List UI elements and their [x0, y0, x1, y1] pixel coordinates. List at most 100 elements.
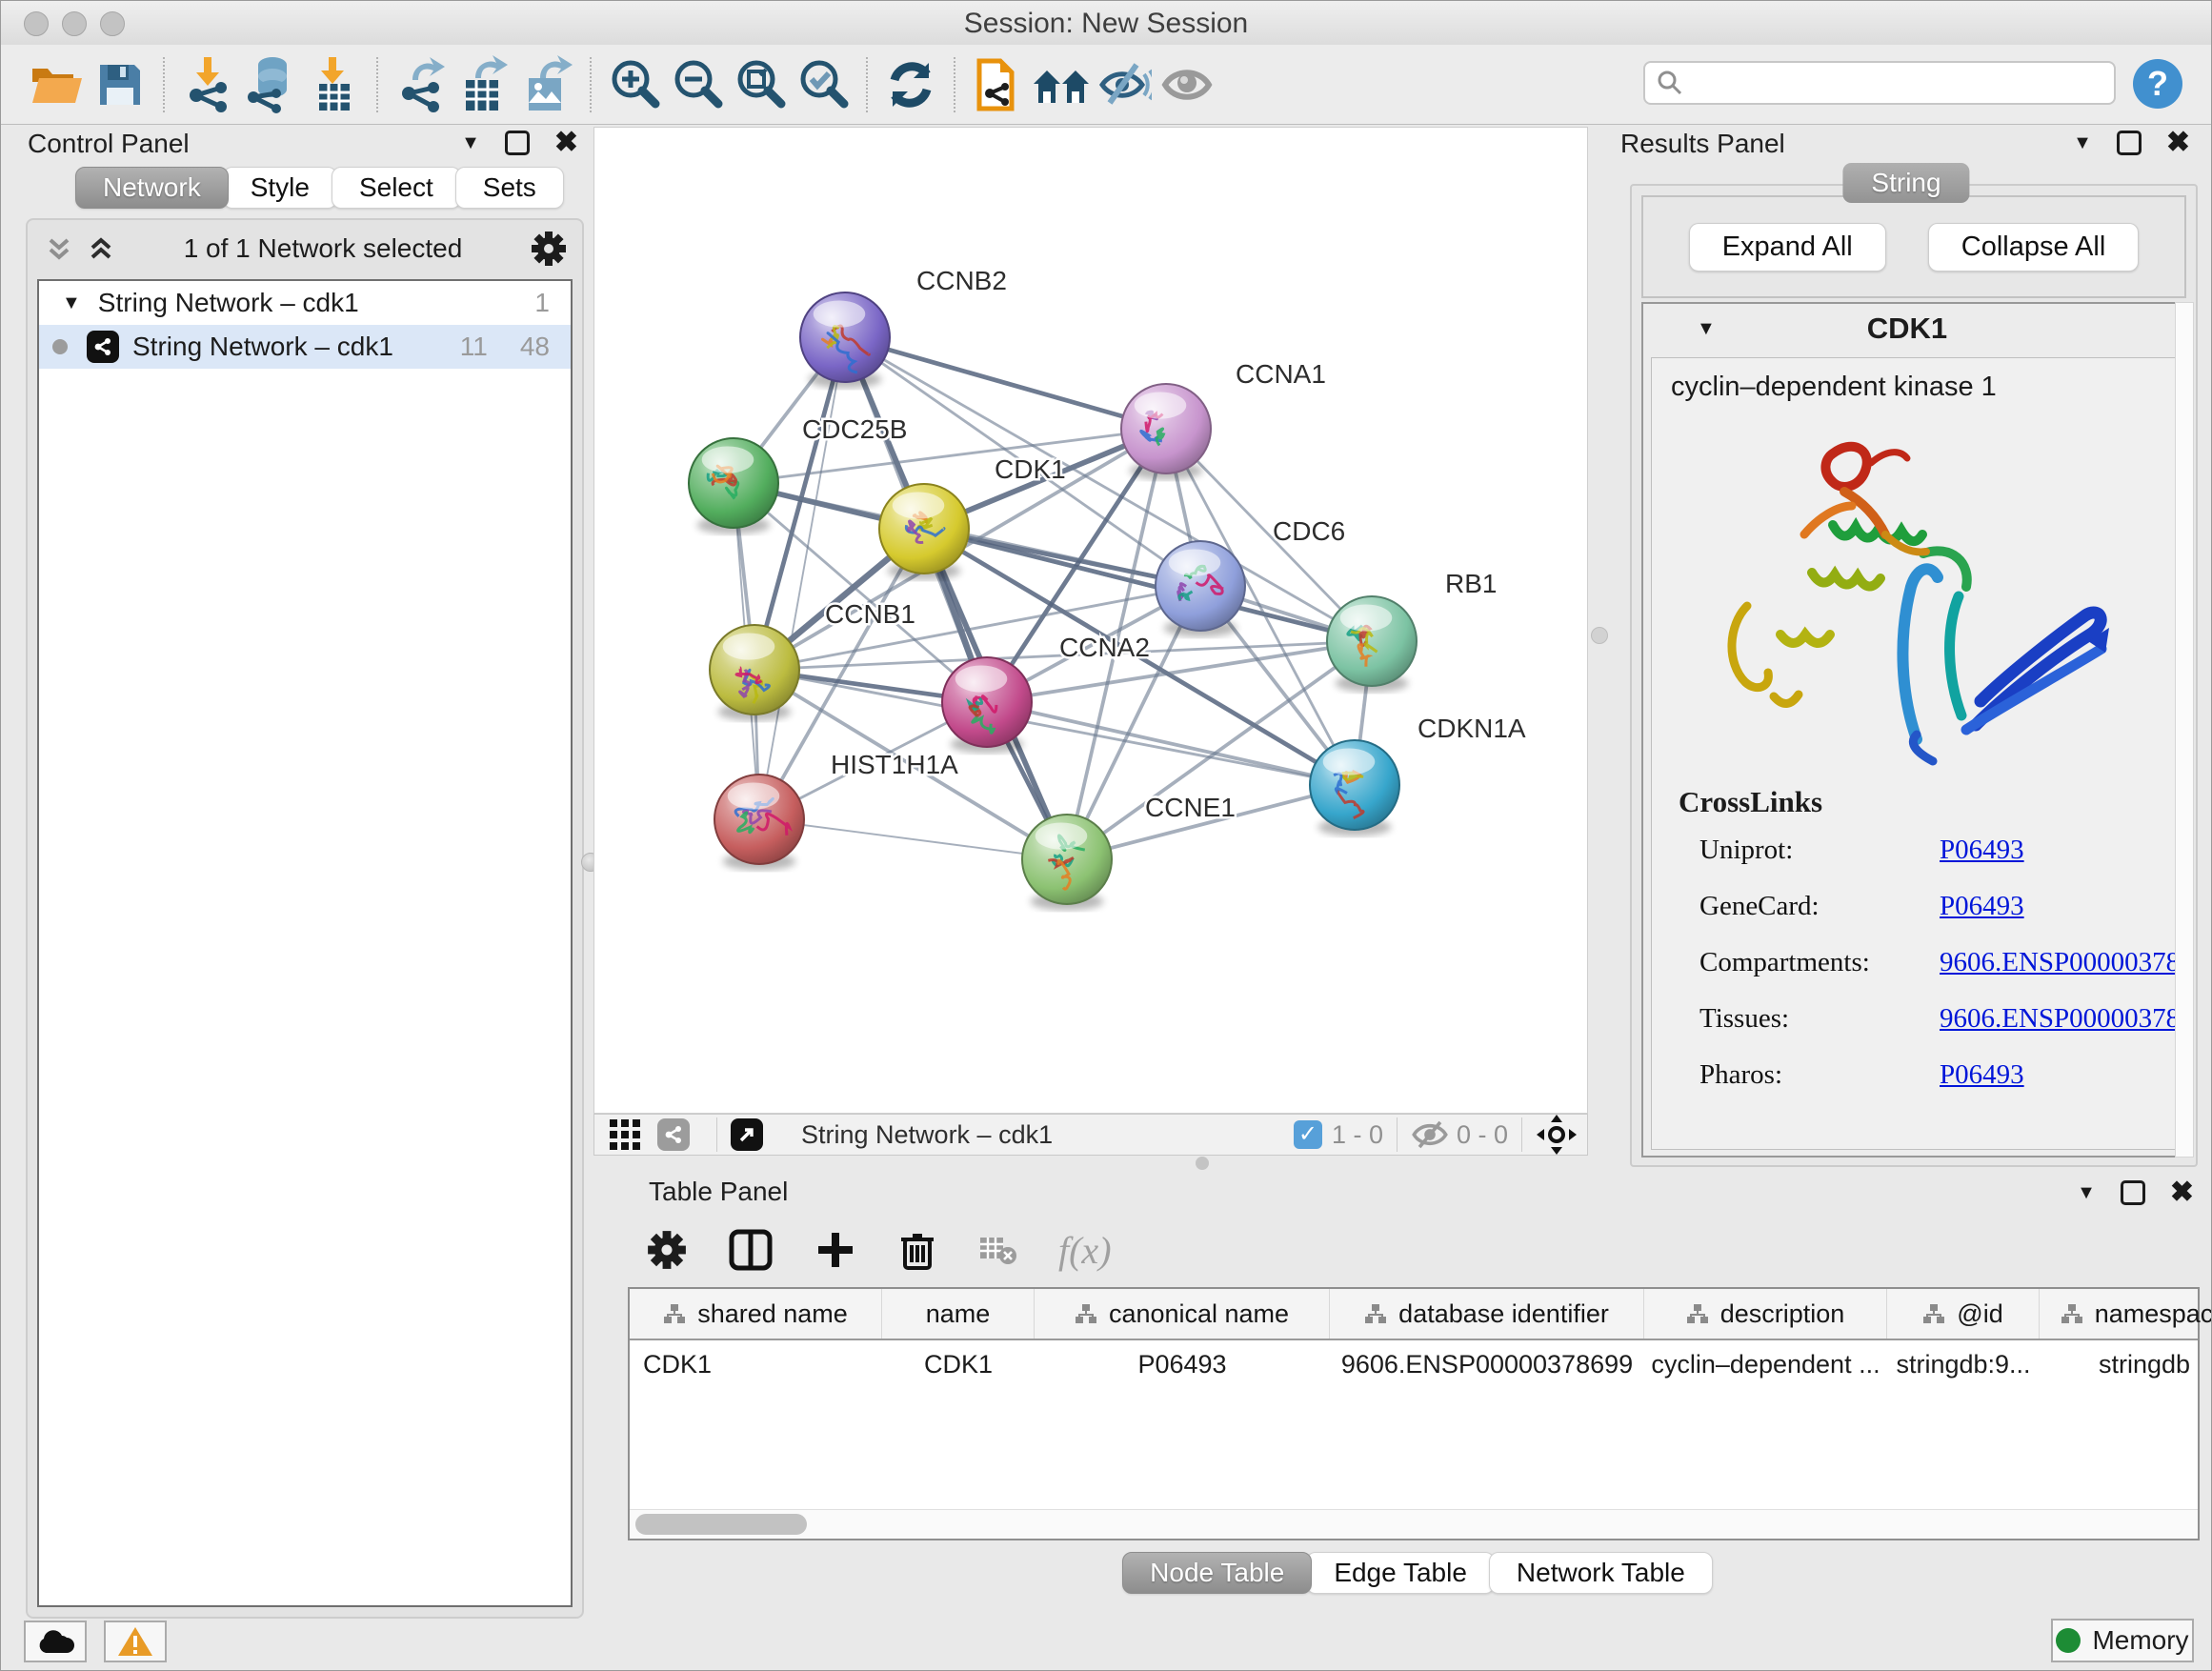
tree-expand-icon[interactable]: ▼ — [62, 292, 81, 314]
network-node-CDK1[interactable]: CDK1 — [879, 454, 1066, 580]
pan-crosshair-icon[interactable] — [1536, 1114, 1578, 1156]
add-column-icon[interactable] — [814, 1229, 856, 1271]
show-columns-icon[interactable] — [729, 1229, 773, 1271]
expand-all-icon[interactable] — [87, 234, 115, 263]
expand-all-button[interactable]: Expand All — [1689, 223, 1886, 272]
toolbar-separator — [866, 57, 868, 112]
close-panel-icon[interactable]: ✖ — [2170, 1183, 2194, 1202]
control-panel: Control Panel ▼ ✖ NetworkStyleSelectSets… — [10, 127, 586, 1619]
warnings-button[interactable] — [104, 1621, 167, 1662]
birds-eye-grid-icon[interactable] — [608, 1117, 642, 1152]
tab-select[interactable]: Select — [332, 167, 461, 209]
search-input[interactable] — [1683, 68, 2114, 99]
string-import-button[interactable] — [967, 53, 1030, 116]
network-row-selected[interactable]: String Network – cdk1 11 48 — [39, 325, 571, 369]
tab-network[interactable]: Network — [75, 167, 229, 209]
network-node-HIST1H1A[interactable]: HIST1H1A — [714, 750, 958, 871]
table-horizontal-scrollbar[interactable] — [630, 1509, 2198, 1539]
entry-collapse-icon[interactable]: ▼ — [1697, 318, 1716, 340]
vertical-splitter-handle[interactable] — [1591, 627, 1608, 644]
tab-string[interactable]: String — [1842, 163, 1969, 203]
refresh-button[interactable] — [879, 53, 942, 116]
network-canvas[interactable]: CCNB2CCNA1CDC25BCDK1CDC6RB1CCNB1CCNA2CDK… — [594, 128, 1587, 1113]
network-node-CDKN1A[interactable]: CDKN1A — [1310, 714, 1526, 836]
import-table-button[interactable] — [302, 53, 365, 116]
tree-column-icon — [1075, 1303, 1097, 1324]
help-button[interactable]: ? — [2133, 59, 2182, 109]
network-view-badge[interactable] — [657, 1118, 690, 1151]
tab-node-table[interactable]: Node Table — [1122, 1552, 1312, 1594]
panel-menu-icon[interactable]: ▼ — [461, 132, 480, 154]
float-panel-icon[interactable] — [505, 131, 530, 155]
column-header-canonical-name[interactable]: canonical name — [1035, 1289, 1330, 1339]
horizontal-splitter-handle[interactable] — [1196, 1157, 1209, 1170]
float-panel-icon[interactable] — [2121, 1180, 2145, 1205]
table-row[interactable]: CDK1CDK1P064939606.ENSP00000378699cyclin… — [630, 1340, 2198, 1388]
column-header-shared-name[interactable]: shared name — [630, 1289, 882, 1339]
results-scrollbar[interactable] — [2175, 302, 2194, 1158]
crosslink-label: Compartments: — [1699, 947, 1940, 978]
import-network-from-database-button[interactable] — [239, 53, 302, 116]
zoom-in-icon — [608, 58, 661, 111]
memory-button[interactable]: Memory — [2051, 1619, 2194, 1662]
zoom-out-button[interactable] — [666, 53, 729, 116]
zoom-fit-button[interactable] — [729, 53, 792, 116]
panel-menu-icon[interactable]: ▼ — [2073, 132, 2092, 154]
show-all-button[interactable] — [1156, 53, 1218, 116]
window-title: Session: New Session — [1, 8, 2211, 40]
close-panel-icon[interactable]: ✖ — [2166, 133, 2190, 152]
home-layout-button[interactable] — [1030, 53, 1093, 116]
import-network-button[interactable] — [176, 53, 239, 116]
network-collection-row[interactable]: ▼ String Network – cdk1 1 — [39, 281, 571, 325]
node-entry-header[interactable]: ▼ CDK1 — [1643, 304, 2184, 353]
crosslink-link[interactable]: P06493 — [1940, 1059, 2024, 1091]
collapse-all-icon[interactable] — [45, 234, 73, 263]
network-node-RB1[interactable]: RB1 — [1327, 569, 1497, 693]
gear-icon[interactable] — [531, 231, 567, 267]
float-panel-icon[interactable] — [2117, 131, 2142, 155]
tab-edge-table[interactable]: Edge Table — [1306, 1552, 1495, 1594]
file-network-icon — [974, 55, 1023, 114]
column-header--id[interactable]: @id — [1887, 1289, 2040, 1339]
collapse-all-button[interactable]: Collapse All — [1928, 223, 2140, 272]
network-selection-status: 1 of 1 Network selected — [115, 233, 531, 264]
tab-sets[interactable]: Sets — [455, 167, 564, 209]
tab-style[interactable]: Style — [223, 167, 337, 209]
column-header-name[interactable]: name — [882, 1289, 1035, 1339]
export-network-button[interactable] — [390, 53, 452, 116]
close-panel-icon[interactable]: ✖ — [554, 133, 578, 152]
column-header-description[interactable]: description — [1644, 1289, 1887, 1339]
selected-checkbox-icon[interactable]: ✓ — [1294, 1120, 1322, 1149]
open-in-new-window-button[interactable] — [731, 1118, 763, 1151]
open-session-button[interactable] — [26, 53, 89, 116]
column-header-database-identifier[interactable]: database identifier — [1330, 1289, 1644, 1339]
save-session-button[interactable] — [89, 53, 151, 116]
table-settings-gear-icon[interactable] — [647, 1230, 687, 1270]
scrollbar-thumb[interactable] — [635, 1514, 807, 1535]
crosslink-link[interactable]: P06493 — [1940, 835, 2024, 866]
panel-menu-icon[interactable]: ▼ — [2077, 1182, 2096, 1204]
tree-column-icon — [1686, 1303, 1709, 1324]
delete-column-icon[interactable] — [898, 1228, 936, 1272]
export-image-button[interactable] — [515, 53, 578, 116]
network-edge-HIST1H1A-CCNE1[interactable] — [759, 819, 1067, 859]
hide-selected-button[interactable] — [1093, 53, 1156, 116]
network-node-CCNA1[interactable]: CCNA1 — [1121, 359, 1326, 480]
tree-column-icon — [1922, 1303, 1945, 1324]
export-table-button[interactable] — [452, 53, 515, 116]
node-label-CDKN1A: CDKN1A — [1418, 714, 1526, 743]
tab-network-table[interactable]: Network Table — [1489, 1552, 1713, 1594]
cloud-icon — [36, 1628, 74, 1655]
crosslink-link[interactable]: 9606.ENSP00000378699 — [1940, 947, 2177, 978]
zoom-in-button[interactable] — [603, 53, 666, 116]
open-folder-icon — [30, 61, 85, 109]
crosslink-link[interactable]: 9606.ENSP00000378699 — [1940, 1003, 2177, 1035]
zoom-selected-button[interactable] — [792, 53, 855, 116]
network-node-CCNE1[interactable]: CCNE1 — [1022, 793, 1236, 911]
network-view[interactable]: CCNB2CCNA1CDC25BCDK1CDC6RB1CCNB1CCNA2CDK… — [593, 127, 1588, 1114]
import-network-icon — [183, 55, 232, 114]
column-header-namespace[interactable]: namespace — [2040, 1289, 2212, 1339]
cloud-status-button[interactable] — [24, 1621, 87, 1662]
network-node-CDC6[interactable]: CDC6 — [1156, 516, 1345, 637]
crosslink-link[interactable]: P06493 — [1940, 891, 2024, 922]
